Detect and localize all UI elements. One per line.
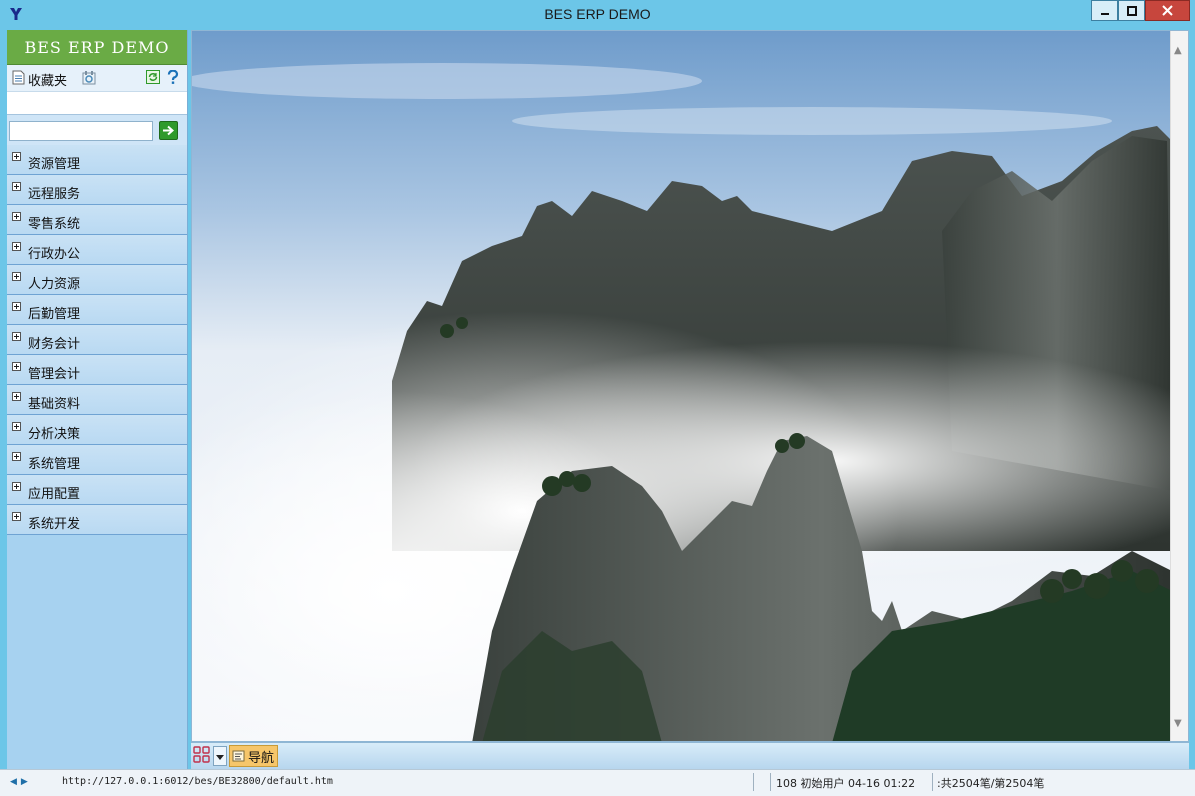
menu-item-remote-service[interactable]: 远程服务	[7, 175, 187, 205]
maximize-icon	[1126, 5, 1137, 16]
status-divider	[753, 773, 754, 791]
status-url: http://127.0.0.1:6012/bes/BE32800/defaul…	[62, 776, 333, 787]
menu-item-resource-management[interactable]: 资源管理	[7, 145, 187, 175]
status-record-count: :共2504笔/第2504笔	[937, 777, 1045, 790]
menu-item-app-config[interactable]: 应用配置	[7, 475, 187, 505]
menu-item-system-development[interactable]: 系统开发	[7, 505, 187, 535]
menu-item-label: 后勤管理	[28, 307, 81, 322]
close-icon	[1162, 5, 1173, 16]
expand-plus-icon[interactable]	[12, 332, 21, 341]
expand-plus-icon[interactable]	[12, 512, 21, 521]
window-title: BES ERP DEMO	[544, 6, 651, 22]
scroll-down-icon[interactable]: ▼	[1174, 718, 1182, 729]
menu-item-label: 资源管理	[28, 157, 81, 172]
menu-item-decision-analysis[interactable]: 分析决策	[7, 415, 187, 445]
expand-plus-icon[interactable]	[12, 392, 21, 401]
help-icon[interactable]	[167, 70, 179, 85]
title-bar: BES ERP DEMO	[0, 0, 1195, 30]
favorites-label[interactable]: 收藏夹	[28, 70, 67, 89]
tab-dropdown-button[interactable]	[213, 746, 227, 766]
search-row	[7, 115, 187, 145]
menu-item-label: 财务会计	[28, 337, 81, 352]
expand-plus-icon[interactable]	[12, 482, 21, 491]
expand-plus-icon[interactable]	[12, 422, 21, 431]
arrow-right-icon	[163, 125, 175, 136]
expand-plus-icon[interactable]	[12, 302, 21, 311]
menu-item-label: 零售系统	[28, 217, 81, 232]
menu-item-basic-data[interactable]: 基础资料	[7, 385, 187, 415]
main-content: ▲ ▼	[191, 30, 1189, 742]
tab-bar: 导航	[191, 742, 1189, 769]
menu-item-label: 系统开发	[28, 517, 81, 532]
minimize-button[interactable]	[1091, 0, 1118, 21]
document-icon	[12, 70, 25, 85]
expand-plus-icon[interactable]	[12, 242, 21, 251]
tab-label: 导航	[248, 750, 275, 766]
navigation-tab-icon	[232, 750, 245, 762]
menu-item-label: 人力资源	[28, 277, 81, 292]
status-divider	[932, 773, 933, 791]
search-go-button[interactable]	[159, 121, 178, 140]
menu-item-system-management[interactable]: 系统管理	[7, 445, 187, 475]
menu-item-retail-system[interactable]: 零售系统	[7, 205, 187, 235]
sidebar: BES ERP DEMO 收藏夹 资源管理 远程服务 零售系统 行政办公 人力资…	[7, 30, 188, 769]
expand-plus-icon[interactable]	[12, 452, 21, 461]
status-divider	[770, 773, 771, 791]
favorites-settings-icon[interactable]	[81, 70, 97, 86]
module-menu: 资源管理 远程服务 零售系统 行政办公 人力资源 后勤管理 财务会计 管理会计 …	[7, 145, 187, 535]
status-user-info: 108 初始用户 04-16 01:22	[776, 777, 916, 790]
maximize-button[interactable]	[1118, 0, 1145, 21]
menu-item-label: 分析决策	[28, 427, 81, 442]
menu-item-label: 远程服务	[28, 187, 81, 202]
menu-item-management-accounting[interactable]: 管理会计	[7, 355, 187, 385]
refresh-icon[interactable]	[146, 70, 160, 84]
search-input[interactable]	[9, 121, 153, 141]
grid-menu-icon[interactable]	[193, 746, 211, 764]
scroll-up-icon[interactable]: ▲	[1174, 45, 1182, 56]
favorites-bar: 收藏夹	[7, 65, 187, 92]
minimize-icon	[1100, 12, 1109, 15]
expand-plus-icon[interactable]	[12, 362, 21, 371]
menu-item-financial-accounting[interactable]: 财务会计	[7, 325, 187, 355]
status-bar: ◀▶ http://127.0.0.1:6012/bes/BE32800/def…	[0, 769, 1195, 796]
menu-item-label: 基础资料	[28, 397, 81, 412]
menu-item-label: 管理会计	[28, 367, 81, 382]
menu-item-label: 行政办公	[28, 247, 81, 262]
expand-plus-icon[interactable]	[12, 272, 21, 281]
menu-item-human-resources[interactable]: 人力资源	[7, 265, 187, 295]
brand-banner: BES ERP DEMO	[7, 30, 187, 65]
tab-navigation[interactable]: 导航	[229, 745, 278, 767]
expand-plus-icon[interactable]	[12, 152, 21, 161]
menu-item-office-admin[interactable]: 行政办公	[7, 235, 187, 265]
menu-item-logistics[interactable]: 后勤管理	[7, 295, 187, 325]
menu-item-label: 应用配置	[28, 487, 81, 502]
expand-plus-icon[interactable]	[12, 182, 21, 191]
nav-arrows-icon[interactable]: ◀▶	[10, 777, 32, 787]
vertical-scrollbar[interactable]: ▲ ▼	[1170, 31, 1188, 741]
favorites-list	[7, 92, 187, 115]
mountain-wallpaper-image	[192, 31, 1172, 741]
expand-plus-icon[interactable]	[12, 212, 21, 221]
menu-item-label: 系统管理	[28, 457, 81, 472]
close-button[interactable]	[1145, 0, 1190, 21]
